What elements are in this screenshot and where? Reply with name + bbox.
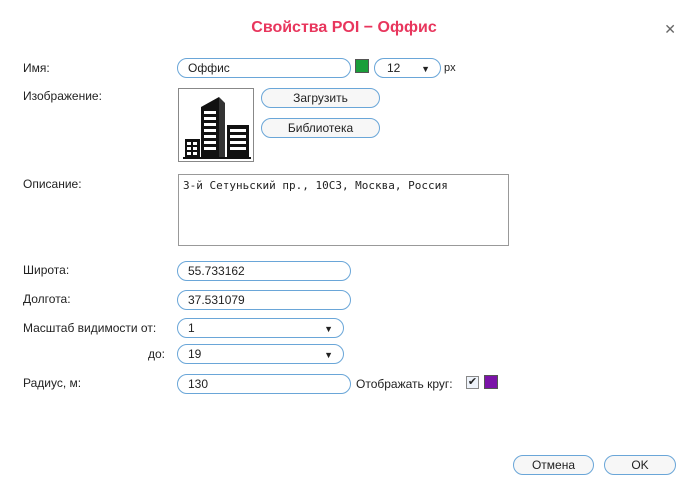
zoom-from-value: 1 [188,321,195,335]
cancel-button[interactable]: Отмена [513,455,594,475]
chevron-down-icon: ▼ [324,350,333,360]
chevron-down-icon: ▼ [421,64,430,74]
upload-image-button[interactable]: Загрузить [261,88,380,108]
zoom-from-label: Масштаб видимости от: [23,321,157,335]
name-input[interactable]: Оффис [177,58,351,78]
building-icon [183,97,251,159]
dialog-title: Свойства POI − Оффис [251,19,437,36]
chevron-down-icon: ▼ [324,324,333,334]
poi-properties-dialog: Свойства POI − Оффис ✕ Имя: Оффис 12 ▼ p… [0,0,688,493]
show-circle-checkbox[interactable]: ✔ [466,376,479,389]
description-textarea[interactable]: 3-й Сетуньский пр., 10С3, Москва, Россия [178,174,509,246]
circle-color-swatch[interactable] [484,375,498,389]
latitude-input[interactable]: 55.733162 [177,261,351,281]
poi-image-preview [178,88,254,162]
library-button[interactable]: Библиотека [261,118,380,138]
radius-input[interactable]: 130 [177,374,351,394]
font-size-select[interactable]: 12 ▼ [374,58,441,78]
name-color-swatch[interactable] [355,59,369,73]
radius-label: Радиус, м: [23,376,82,390]
zoom-to-label: до: [148,347,166,361]
close-icon[interactable]: ✕ [664,22,676,36]
longitude-input[interactable]: 37.531079 [177,290,351,310]
show-circle-label: Отображать круг: [356,377,453,391]
zoom-from-select[interactable]: 1 ▼ [177,318,344,338]
font-size-unit: px [444,62,456,74]
name-label: Имя: [23,61,50,75]
image-label: Изображение: [23,89,102,103]
longitude-label: Долгота: [23,292,71,306]
font-size-value: 12 [387,61,401,75]
zoom-to-select[interactable]: 19 ▼ [177,344,344,364]
ok-button[interactable]: OK [604,455,676,475]
description-label: Описание: [23,177,82,191]
zoom-to-value: 19 [188,347,202,361]
latitude-label: Широта: [23,263,70,277]
